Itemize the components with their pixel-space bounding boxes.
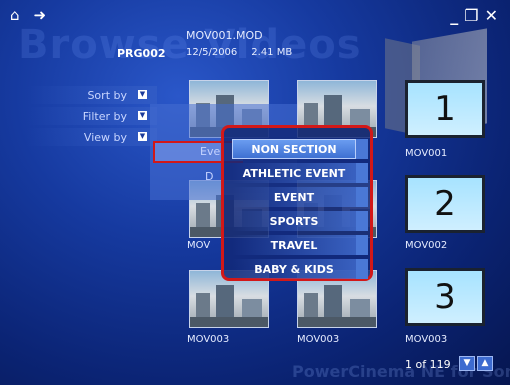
sort-by-button[interactable]: Sort by ▼ <box>27 86 157 104</box>
dropdown-icon: ▼ <box>138 111 147 120</box>
dropdown-icon: ▼ <box>138 132 147 141</box>
minimize-icon[interactable]: _ <box>450 8 458 24</box>
program-name: PRG002 <box>117 47 166 60</box>
view-by-button[interactable]: View by ▼ <box>27 128 157 146</box>
numbered-tile[interactable]: 2 <box>405 175 485 233</box>
submenu-item[interactable]: D <box>205 170 213 183</box>
numbered-tile[interactable]: 1 <box>405 80 485 138</box>
filter-by-label: Filter by <box>82 109 127 123</box>
close-icon[interactable]: ✕ <box>485 8 498 24</box>
view-by-label: View by <box>83 130 127 144</box>
menu-item-sports[interactable]: SPORTS <box>232 211 356 231</box>
top-nav: ⌂ ➜ <box>10 7 46 23</box>
menu-item-baby-kids[interactable]: BABY & KIDS <box>232 259 356 279</box>
filter-by-button[interactable]: Filter by ▼ <box>27 107 157 125</box>
file-name: MOV001.MOD <box>186 29 263 42</box>
thumbnail-label: MOV003 <box>187 334 230 345</box>
menu-item-tab <box>356 259 368 279</box>
menu-item-travel[interactable]: TRAVEL <box>232 235 356 255</box>
thumbnail-label: MOV003 <box>297 334 340 345</box>
window-controls: _ ❐ ✕ <box>450 8 498 24</box>
thumbnail-label: MOV <box>187 240 211 251</box>
menu-item-tab <box>356 211 368 231</box>
menu-item-tab <box>356 163 368 183</box>
menu-item-event[interactable]: EVENT <box>232 187 356 207</box>
menu-item-non-section[interactable]: NON SECTION <box>232 139 356 159</box>
menu-item-athletic-event[interactable]: ATHLETIC EVENT <box>232 163 356 183</box>
file-meta: 12/5/2006 2.41 MB <box>186 47 292 58</box>
file-date: 12/5/2006 <box>186 47 238 58</box>
menu-item-tab <box>356 235 368 255</box>
app-window: Browse Videos ⌂ ➜ _ ❐ ✕ MOV001.MOD PRG00… <box>0 0 510 385</box>
dropdown-icon: ▼ <box>138 90 147 99</box>
numbered-tile[interactable]: 3 <box>405 268 485 326</box>
menu-item-tab <box>356 187 368 207</box>
sort-by-label: Sort by <box>87 88 127 102</box>
restore-icon[interactable]: ❐ <box>464 8 478 24</box>
thumbnail-label: MOV002 <box>405 240 448 251</box>
back-icon[interactable]: ➜ <box>34 7 47 23</box>
thumbnail-label: MOV001 <box>405 148 448 159</box>
menu-item-tab <box>356 139 368 159</box>
home-icon[interactable]: ⌂ <box>10 7 20 23</box>
page-down-icon[interactable]: ▼ <box>459 356 475 371</box>
file-size: 2.41 MB <box>251 47 293 58</box>
page-counter: 1 of 119 <box>405 358 451 371</box>
thumbnail-label: MOV003 <box>405 334 448 345</box>
page-up-icon[interactable]: ▲ <box>477 356 493 371</box>
